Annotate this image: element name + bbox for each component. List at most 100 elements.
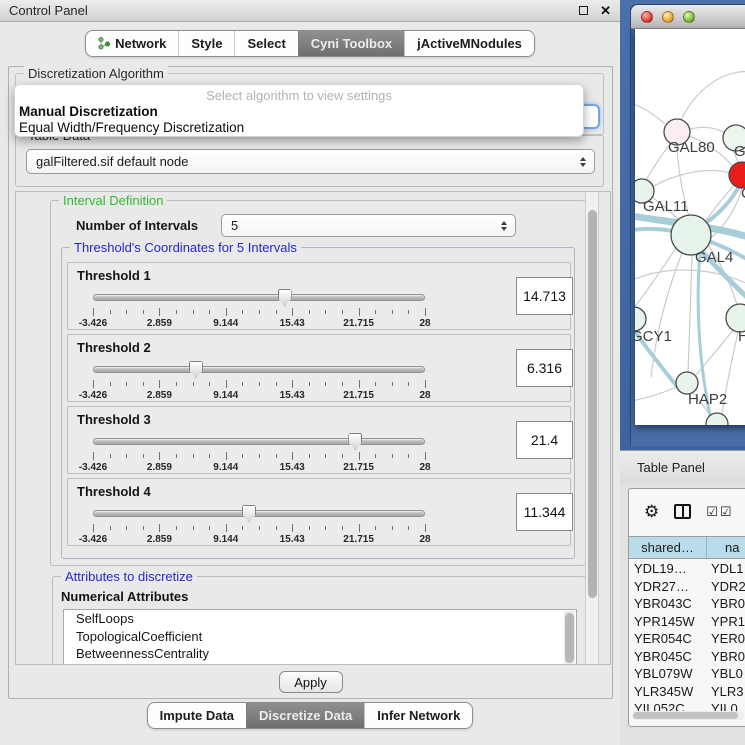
table-row[interactable]: YDR27…YDR2 — [629, 578, 745, 596]
threshold-value-field[interactable]: 11.344 — [516, 493, 573, 531]
slider-track[interactable] — [93, 294, 425, 301]
tab-label: Infer Network — [377, 708, 460, 723]
threshold-slider[interactable]: -3.4262.8599.14415.4321.71528 — [93, 287, 425, 329]
tick-mark — [193, 526, 194, 530]
tick-label: 9.144 — [213, 318, 238, 329]
panel-title: Control Panel — [9, 3, 579, 18]
threshold-slider[interactable]: -3.4262.8599.14415.4321.71528 — [93, 503, 425, 545]
dropdown-option-manual-discretization[interactable]: Manual Discretization — [19, 104, 158, 119]
network-window[interactable]: GAL80GCGAL11GAL4GCY1HHAP2 — [630, 4, 745, 446]
slider-track[interactable] — [93, 510, 425, 517]
slider-thumb[interactable] — [242, 505, 256, 522]
column-header-1[interactable]: shared… — [629, 537, 707, 558]
tab-select[interactable]: Select — [234, 31, 297, 56]
column-header-2[interactable]: na — [707, 537, 745, 558]
table-cell: YBL079W — [629, 666, 707, 681]
threshold-slider[interactable]: -3.4262.8599.14415.4321.71528 — [93, 431, 425, 473]
tick-mark — [259, 454, 260, 458]
attribute-item-selfloops[interactable]: SelfLoops — [64, 610, 576, 628]
tick-label: 15.43 — [280, 390, 305, 401]
slider-thumb[interactable] — [189, 361, 203, 378]
checkbox-icon[interactable]: ☑ — [720, 505, 732, 518]
tab-style[interactable]: Style — [178, 31, 234, 56]
tick-mark — [259, 310, 260, 314]
table-horizontal-scrollbar[interactable] — [632, 711, 744, 720]
table-cell: YPR145W — [629, 614, 707, 629]
threshold-value-field[interactable]: 14.713 — [516, 277, 573, 315]
attribute-item-betweennesscentrality[interactable]: BetweennessCentrality — [64, 645, 576, 663]
minimize-traffic-light-icon[interactable] — [662, 11, 674, 23]
close-icon[interactable]: ✕ — [600, 3, 611, 19]
tick-mark — [309, 382, 310, 386]
table-cell: YER0 — [707, 631, 745, 646]
threshold-slider[interactable]: -3.4262.8599.14415.4321.71528 — [93, 359, 425, 401]
tick-mark — [242, 310, 243, 314]
network-edge — [688, 255, 692, 373]
columns-icon[interactable] — [674, 504, 691, 519]
network-window-titlebar[interactable] — [631, 5, 745, 29]
table-row[interactable]: YBL079WYBL0 — [629, 665, 745, 683]
tick-mark — [342, 310, 343, 314]
bottom-tab-strip: Impute Data Discretize Data Infer Network — [147, 702, 474, 729]
table-cell: YDL1 — [707, 561, 745, 576]
table-panel-titlebar[interactable]: Table Panel — [620, 451, 745, 484]
table-row[interactable]: YBR043CYBR0 — [629, 595, 745, 613]
table-row[interactable]: YDL19…YDL1 — [629, 560, 745, 578]
network-graph[interactable]: GAL80GCGAL11GAL4GCY1HHAP2 — [635, 29, 745, 425]
bottom-tab-impute-data[interactable]: Impute Data — [148, 703, 246, 728]
slider-thumb[interactable] — [278, 289, 292, 306]
numerical-attributes-list[interactable]: SelfLoopsTopologicalCoefficientBetweenne… — [63, 609, 577, 665]
tick-mark — [93, 452, 94, 460]
slider-thumb[interactable] — [348, 433, 362, 450]
tick-mark — [259, 382, 260, 386]
tab-jactivemnodules[interactable]: jActiveMNodules — [404, 31, 534, 56]
zoom-traffic-light-icon[interactable] — [683, 11, 695, 23]
table-cell: YBR0 — [707, 596, 745, 611]
tick-mark — [209, 382, 210, 386]
table-row[interactable]: YLR345WYLR3 — [629, 683, 745, 701]
settings-scrollbar[interactable] — [585, 192, 599, 664]
tick-mark — [159, 380, 160, 388]
tab-cyni-toolbox[interactable]: Cyni Toolbox — [298, 31, 404, 56]
table-row[interactable]: YER054CYER0 — [629, 630, 745, 648]
network-node-label: GAL11 — [643, 198, 689, 215]
gear-icon[interactable]: ⚙ — [644, 503, 659, 520]
slider-track[interactable] — [93, 438, 425, 445]
table-cell: YBR043C — [629, 596, 707, 611]
control-panel: Control Panel ✕ Network Style SelectCyni T… — [0, 0, 620, 745]
network-edge — [635, 103, 665, 124]
table-cell: YLR3 — [707, 684, 745, 699]
scrollbar-thumb[interactable] — [588, 210, 597, 598]
network-edge — [635, 387, 677, 401]
network-edge — [688, 127, 725, 133]
table-row[interactable]: YPR145WYPR1 — [629, 613, 745, 631]
network-canvas[interactable]: GAL80GCGAL11GAL4GCY1HHAP2 — [635, 29, 745, 425]
threshold-value-field[interactable]: 21.4 — [516, 421, 573, 459]
tab-label: Style — [191, 36, 222, 51]
bottom-tab-discretize-data[interactable]: Discretize Data — [246, 703, 364, 728]
attributes-list-scrollbar[interactable] — [564, 611, 575, 665]
tab-label: Impute Data — [160, 708, 234, 723]
scrollbar-thumb[interactable] — [565, 613, 574, 663]
slider-track[interactable] — [93, 366, 425, 373]
dropdown-option-equal-width-frequency[interactable]: Equal Width/Frequency Discretization — [19, 120, 244, 135]
network-node-label: G — [734, 143, 745, 160]
tick-mark — [126, 310, 127, 314]
float-window-icon[interactable] — [579, 6, 588, 15]
checkbox-icon[interactable]: ☑ — [706, 505, 718, 518]
attribute-item-topologicalcoefficient[interactable]: TopologicalCoefficient — [64, 628, 576, 646]
number-of-intervals-combobox[interactable]: 5 — [221, 214, 516, 237]
control-panel-titlebar[interactable]: Control Panel ✕ — [0, 0, 620, 22]
threshold-value-field[interactable]: 6.316 — [516, 349, 573, 387]
table-row[interactable]: YBR045CYBR0 — [629, 648, 745, 666]
scrollbar-thumb[interactable] — [633, 712, 738, 719]
apply-button[interactable]: Apply — [279, 671, 343, 693]
tab-network[interactable]: Network — [86, 31, 178, 56]
tick-mark — [159, 308, 160, 316]
bottom-tab-infer-network[interactable]: Infer Network — [364, 703, 472, 728]
apply-row: Apply — [9, 666, 612, 698]
tick-mark — [159, 452, 160, 460]
close-traffic-light-icon[interactable] — [641, 11, 653, 23]
table-data-combobox[interactable]: galFiltered.sif default node — [26, 149, 595, 174]
tick-mark — [292, 380, 293, 388]
